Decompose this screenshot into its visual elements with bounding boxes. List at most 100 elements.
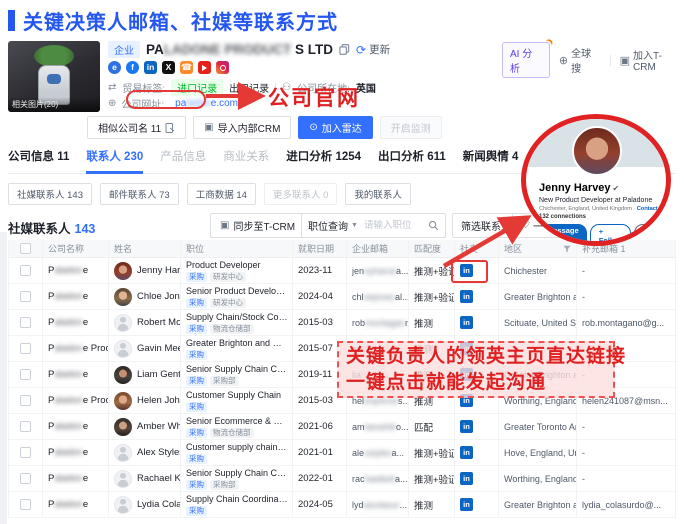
- linkedin-profile-icon[interactable]: [460, 472, 473, 485]
- col-email: 企业邮箱: [347, 240, 409, 257]
- linkedin-icon[interactable]: in: [144, 61, 157, 74]
- tab-news[interactable]: 新闻舆情 4: [463, 148, 519, 164]
- sync-tcrm-button[interactable]: ▣同步至T-CRM: [210, 213, 305, 238]
- join-tcrm-button[interactable]: ▣加入T-CRM: [620, 47, 684, 73]
- row-checkbox[interactable]: [20, 395, 31, 406]
- subtab-my-contacts[interactable]: 我的联系人: [345, 183, 411, 205]
- linkedin-note-annotation: 关键负责人的领英主页直达链接 一键点击就能发起沟通: [337, 341, 615, 398]
- table-row[interactable]: Paladone Amber Whitty Senior Ecommerce &…: [9, 414, 675, 440]
- x-twitter-icon[interactable]: X: [162, 61, 175, 74]
- social-cell: [455, 414, 499, 439]
- job-search-input[interactable]: [364, 220, 426, 231]
- row-checkbox[interactable]: [20, 421, 31, 432]
- linkedin-profile-icon[interactable]: [460, 316, 473, 329]
- company-cell: Paladone Produc...: [43, 388, 109, 413]
- name-cell: Robert Monta...: [109, 310, 181, 335]
- filter-icon[interactable]: [563, 245, 571, 253]
- col-date: 就职日期: [293, 240, 347, 257]
- email-cell: amberwhitto...: [347, 414, 409, 439]
- tab-export-analysis[interactable]: 出口分析 611: [378, 148, 446, 164]
- monitor-button[interactable]: 开启监测: [380, 116, 442, 139]
- plant-image: [34, 45, 74, 67]
- table-row[interactable]: Paladone Robert Monta... Supply Chain/St…: [9, 310, 675, 336]
- region-cell: Worthing, England,...: [499, 466, 577, 491]
- row-checkbox[interactable]: [20, 291, 31, 302]
- social-cell: [455, 310, 499, 335]
- avatar: [114, 340, 132, 358]
- contact-info-link[interactable]: Contact info: [637, 206, 670, 212]
- subtab-registry-data[interactable]: 工商数据 14: [187, 183, 256, 205]
- avatar: [114, 288, 132, 306]
- profile-headline: New Product Developer at Paladone: [539, 197, 658, 204]
- avatar: [114, 392, 132, 410]
- row-checkbox[interactable]: [20, 369, 31, 380]
- profile-arrow-annotation: [432, 198, 542, 278]
- section-count: 143: [75, 222, 96, 236]
- global-search-button[interactable]: ⊕全球搜: [559, 45, 601, 75]
- ai-analysis-button[interactable]: AI 分析: [502, 42, 550, 78]
- supp-email-cell: -: [577, 258, 675, 283]
- title-cell: Senior Product Developer采购研发中心: [181, 284, 293, 309]
- col-company: 公司名称: [43, 240, 109, 257]
- linkedin-profile-icon[interactable]: [460, 498, 473, 511]
- tab-products[interactable]: 产品信息: [160, 148, 206, 164]
- region-cell: Hove, England, Uni...: [499, 440, 577, 465]
- globe-icon: ⊕: [559, 54, 568, 67]
- job-query-dropdown[interactable]: 职位查询▼: [302, 218, 364, 233]
- date-cell: 2015-03: [293, 310, 347, 335]
- facebook-icon[interactable]: f: [126, 61, 139, 74]
- phone-icon[interactable]: ☎: [180, 61, 193, 74]
- table-row[interactable]: Paladone Rachael Kelly Senior Supply Cha…: [9, 466, 675, 492]
- row-checkbox[interactable]: [20, 447, 31, 458]
- linkedin-profile-icon[interactable]: [460, 290, 473, 303]
- company-cell: Paladone Produc...: [43, 336, 109, 361]
- subtab-social-contacts[interactable]: 社媒联系人 143: [8, 183, 92, 205]
- tab-contacts[interactable]: 联系人 230: [86, 148, 143, 164]
- avatar: [114, 262, 132, 280]
- website-note-text: 公司官网: [268, 82, 360, 112]
- table-row[interactable]: Paladone Chloe Jones Senior Product Deve…: [9, 284, 675, 310]
- select-all-checkbox[interactable]: [20, 243, 31, 254]
- supp-email-cell: -: [577, 284, 675, 309]
- linkedin-profile-icon[interactable]: [460, 420, 473, 433]
- email-cell: lydiacolasur...: [347, 492, 409, 517]
- import-crm-button[interactable]: ▣导入内部CRM: [193, 116, 291, 139]
- row-checkbox[interactable]: [20, 499, 31, 510]
- linkedin-profile-icon[interactable]: [460, 446, 473, 459]
- subtab-email-contacts[interactable]: 邮件联系人 73: [100, 183, 179, 205]
- company-photo[interactable]: 相关图片(20): [8, 41, 100, 112]
- radar-icon: ⊙: [309, 122, 317, 133]
- table-row[interactable]: Paladone Jenny Harvey Product Developer采…: [9, 258, 675, 284]
- table-row[interactable]: Paladone Alex Styles Customer supply cha…: [9, 440, 675, 466]
- copy-icon[interactable]: [339, 44, 350, 55]
- tab-company-info[interactable]: 公司信息 11: [8, 148, 69, 164]
- supp-email-cell: rob.montagano@g...: [577, 310, 675, 335]
- name-cell: Amber Whitty: [109, 414, 181, 439]
- date-cell: 2024-05: [293, 492, 347, 517]
- row-checkbox[interactable]: [20, 265, 31, 276]
- similar-companies-button[interactable]: 相似公司名 11: [87, 116, 186, 139]
- page-title-bar: 关键决策人邮箱、社媒等联系方式: [8, 6, 338, 35]
- company-social-links: e f in X ☎: [108, 61, 229, 74]
- row-checkbox[interactable]: [20, 343, 31, 354]
- row-checkbox[interactable]: [20, 317, 31, 328]
- subtab-more-contacts[interactable]: 更多联系人 0: [264, 183, 337, 205]
- tab-business-relations[interactable]: 商业关系: [223, 148, 269, 164]
- refresh-button[interactable]: ⟳更新: [356, 42, 390, 57]
- table-row[interactable]: Paladone Lydia Colasurdo Supply Chain Co…: [9, 492, 675, 518]
- row-checkbox[interactable]: [20, 473, 31, 484]
- add-radar-button[interactable]: ⊙加入雷达: [298, 116, 372, 139]
- instagram-icon[interactable]: [216, 61, 229, 74]
- supp-email-cell: -: [577, 466, 675, 491]
- photo-count-caption: 相关图片(20): [8, 97, 100, 112]
- tab-import-analysis[interactable]: 进口分析 1254: [286, 148, 361, 164]
- youtube-icon[interactable]: [198, 61, 211, 74]
- company-name: PALADONE PRODUCT S LTD: [146, 42, 333, 57]
- note-line-1: 关键负责人的领英主页直达链接: [346, 344, 606, 370]
- website-icon[interactable]: e: [108, 61, 121, 74]
- supp-email-cell: -: [577, 414, 675, 439]
- profile-name: Jenny Harvey: [539, 182, 611, 194]
- top-actions: AI 分析 ⊕全球搜 ▣加入T-CRM: [502, 42, 684, 78]
- company-cell: Paladone: [43, 440, 109, 465]
- tcrm-icon: ▣: [620, 54, 630, 67]
